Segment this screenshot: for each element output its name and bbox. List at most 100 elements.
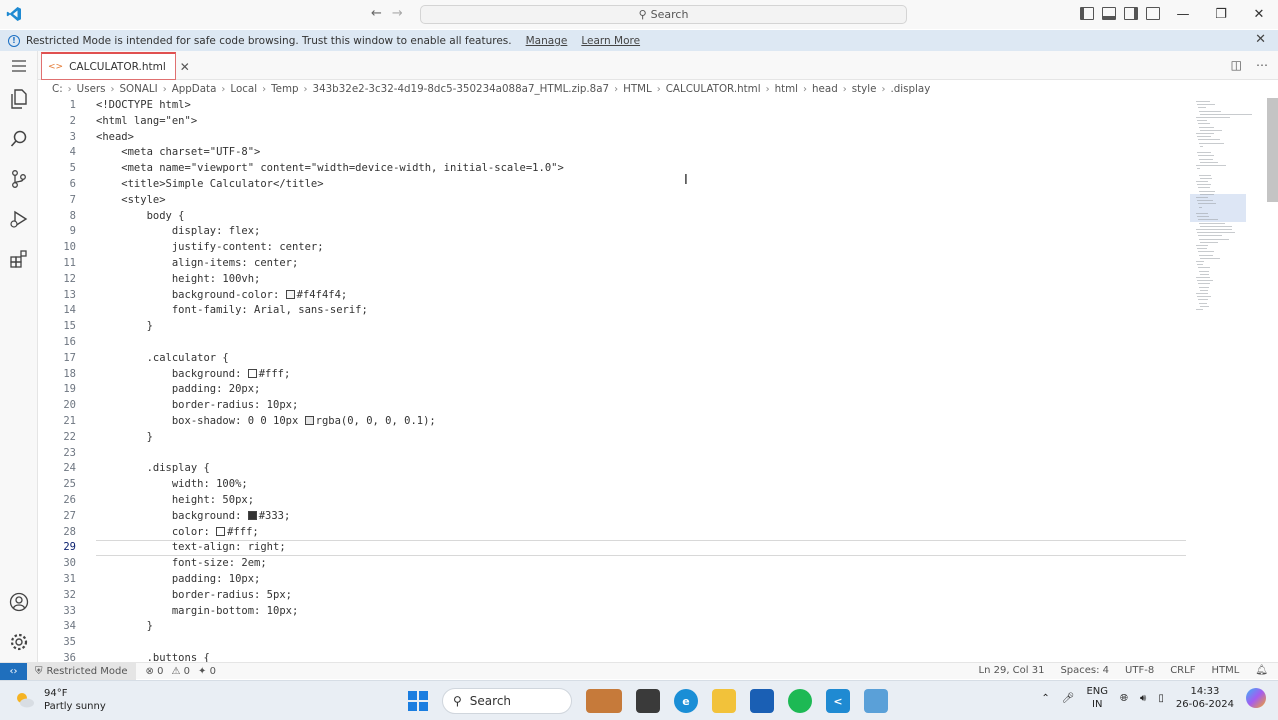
code-line[interactable]: align-items: center; [96,256,1186,272]
color-swatch[interactable] [247,368,257,378]
task-view-widget-icon[interactable] [586,689,622,713]
minimap[interactable] [1190,98,1252,313]
code-line[interactable]: padding: 20px; [96,382,1186,398]
code-line[interactable]: .display { [96,461,1186,477]
tab-calculator-html[interactable]: <> CALCULATOR.html ✕ [41,52,190,80]
code-line[interactable]: width: 100%; [96,477,1186,493]
color-swatch[interactable] [285,289,295,299]
command-center-search[interactable]: ⚲ Search [420,5,907,24]
terminal-app-icon[interactable] [636,689,660,713]
close-window-icon[interactable]: ✕ [1240,0,1278,28]
code-line[interactable]: <html lang="en"> [96,114,1186,130]
code-line[interactable] [96,446,1186,462]
volume-icon[interactable]: 🔊︎ [1140,693,1146,704]
language-mode[interactable]: HTML [1211,665,1239,676]
code-line[interactable]: font-size: 2em; [96,556,1186,572]
indentation[interactable]: Spaces: 4 [1060,665,1109,676]
vscode-logo-icon[interactable] [6,6,22,22]
forward-arrow-icon[interactable]: → [392,6,403,21]
manage-gear-icon[interactable] [9,632,29,652]
code-line[interactable]: } [96,319,1186,335]
split-editor-icon[interactable]: ◫ [1231,58,1242,72]
snipping-tool-icon[interactable] [864,689,888,713]
vertical-scrollbar[interactable] [1265,98,1278,662]
code-line[interactable]: background-color: #f4f4f4; [96,288,1186,304]
weather-widget[interactable]: 94°F Partly sunny [14,687,106,713]
breadcrumb-item[interactable]: CALCULATOR.html [666,83,761,95]
problems-indicator[interactable]: ⊗ 0 ⚠ 0 ✦ 0 [146,666,216,677]
copilot-icon[interactable] [1246,688,1266,708]
breadcrumb-item[interactable]: AppData [172,83,217,95]
breadcrumb-item[interactable]: html [775,83,798,95]
code-line[interactable] [96,335,1186,351]
code-line[interactable]: color: #fff; [96,525,1186,541]
code-line[interactable]: background: #333; [96,509,1186,525]
source-control-icon[interactable] [9,169,29,189]
edge-browser-icon[interactable]: e [674,689,698,713]
restricted-mode-indicator[interactable]: ⛨ Restricted Mode [27,662,136,680]
code-line[interactable]: padding: 10px; [96,572,1186,588]
extensions-icon[interactable] [9,249,29,269]
customize-layout-icon[interactable] [1146,7,1160,20]
vscode-taskbar-icon[interactable]: < [826,689,850,713]
code-line[interactable]: <meta charset="UTF-8"> [96,145,1186,161]
battery-icon[interactable]: ▯ [1158,693,1164,704]
code-line[interactable]: <head> [96,130,1186,146]
search-view-icon[interactable] [9,129,29,149]
windows-start-icon[interactable] [408,691,428,711]
notifications-bell-icon[interactable]: 🔔︎ [1255,665,1268,676]
breadcrumb-item[interactable]: SONALI [120,83,158,95]
code-line[interactable]: border-radius: 10px; [96,398,1186,414]
taskbar-search[interactable]: ⚲ Search [442,688,572,714]
code-line[interactable]: } [96,430,1186,446]
code-line[interactable]: <!DOCTYPE html> [96,98,1186,114]
run-and-debug-icon[interactable] [9,209,29,229]
code-line[interactable]: justify-content: center; [96,240,1186,256]
breadcrumb-item[interactable]: Local [230,83,257,95]
encoding[interactable]: UTF-8 [1125,665,1154,676]
code-line[interactable]: body { [96,209,1186,225]
remote-indicator-icon[interactable]: ‹› [0,662,27,680]
code-line[interactable] [96,635,1186,651]
code-line[interactable]: height: 50px; [96,493,1186,509]
breadcrumb-item[interactable]: Users [77,83,106,95]
toggle-secondary-sidebar-icon[interactable] [1124,7,1138,20]
toggle-primary-sidebar-icon[interactable] [1080,7,1094,20]
microphone-icon[interactable]: 🎤︎ [1062,693,1075,704]
restore-icon[interactable]: ❐ [1202,0,1240,28]
cursor-position[interactable]: Ln 29, Col 31 [979,665,1045,676]
code-line[interactable]: } [96,619,1186,635]
toggle-panel-icon[interactable] [1102,7,1116,20]
network-icon[interactable]: 🌐︎ [1120,693,1128,704]
breadcrumb-item[interactable]: style [852,83,877,95]
minimize-icon[interactable]: — [1164,0,1202,28]
back-arrow-icon[interactable]: ← [371,6,382,21]
more-actions-icon[interactable]: ⋯ [1256,58,1268,72]
code-line[interactable]: display: flex; [96,224,1186,240]
accounts-icon[interactable] [9,592,29,612]
code-line[interactable]: <title>Simple Calculator</title> [96,177,1186,193]
menu-icon[interactable] [9,56,29,76]
code-line[interactable]: margin-bottom: 10px; [96,604,1186,620]
code-line[interactable]: border-radius: 5px; [96,588,1186,604]
learn-more-link[interactable]: Learn More [581,35,640,47]
end-of-line[interactable]: CRLF [1170,665,1195,676]
manage-link[interactable]: Manage [526,35,568,47]
breadcrumb-item[interactable]: Temp [271,83,298,95]
color-swatch[interactable] [216,526,226,536]
breadcrumb-item[interactable]: 343b32e2-3c32-4d19-8dc5-350234a088a7_HTM… [313,83,610,95]
clock[interactable]: 14:33 26-06-2024 [1176,685,1234,711]
color-swatch[interactable] [304,415,314,425]
code-line[interactable]: <meta name="viewport" content="width=dev… [96,161,1186,177]
code-line[interactable]: <style> [96,193,1186,209]
code-line[interactable]: height: 100vh; [96,272,1186,288]
code-line[interactable]: box-shadow: 0 0 10px rgba(0, 0, 0, 0.1); [96,414,1186,430]
code-line[interactable]: .calculator { [96,351,1186,367]
breadcrumb-item[interactable]: C: [52,83,63,95]
show-hidden-icons-icon[interactable]: ⌃ [1041,693,1049,704]
color-swatch[interactable] [247,510,257,520]
breadcrumb-item[interactable]: HTML [623,83,652,95]
close-tab-icon[interactable]: ✕ [180,60,190,74]
code-editor[interactable]: 1 2 3 4 5 6 7 8 9 10 11 12 13 14 15 16 17 18 19 20 21 22 23 24 2… [38,98,1278,662]
code-line[interactable]: .buttons { [96,651,1186,662]
